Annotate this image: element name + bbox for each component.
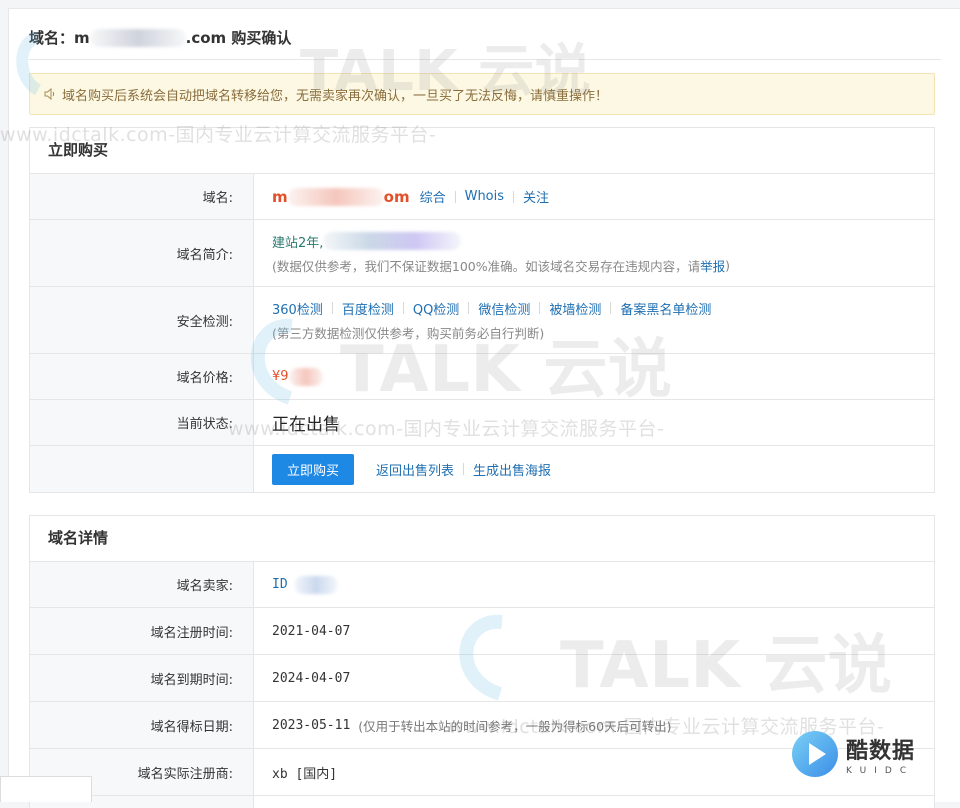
separator [463, 463, 465, 475]
detail-row: 域名注册时间: 2021-04-07 [30, 608, 934, 655]
separator [468, 302, 470, 314]
intro-text: 建站2年, [272, 235, 324, 251]
detail-label: 域名得标日期: [30, 702, 254, 748]
blurred-domain [89, 28, 186, 47]
security-row: 安全检测: 360检测 百度检测 QQ检测 微信检测 被墙检测 备案黑名单检测 … [30, 287, 934, 354]
separator [331, 302, 333, 314]
check-qq-link[interactable]: QQ检测 [413, 299, 459, 318]
domain-purchase-page: 域名：m .com 购买确认 域名购买后系统会自动把域名转移给您，无需卖家再次确… [8, 8, 960, 808]
separator [610, 302, 612, 314]
badge-title: 酷数据 [846, 738, 916, 764]
detail-row: 域名到期时间: 2024-04-07 [30, 655, 934, 702]
detail-label: 域名到期时间: [30, 655, 254, 701]
seller-id-link[interactable]: ID [272, 577, 288, 592]
notice-text: 域名购买后系统会自动把域名转移给您，无需卖家再次确认，一旦买了无法反悔，请慎重操… [62, 88, 609, 104]
blurred-intro [323, 232, 462, 250]
speaker-icon [44, 88, 56, 100]
corner-tab [0, 776, 92, 802]
buy-now-button[interactable]: 立即购买 [272, 453, 354, 485]
registration-date: 2021-04-07 [272, 623, 351, 639]
status-label: 当前状态: [30, 400, 254, 445]
expiry-date: 2024-04-07 [272, 670, 351, 686]
blurred-domain [287, 187, 384, 206]
warning-notice: 域名购买后系统会自动把域名转移给您，无需卖家再次确认，一旦买了无法反悔，请慎重操… [29, 73, 935, 115]
domain-name-suffix: om [383, 187, 410, 206]
disclaimer-text: (数据仅供参考，我们不保证数据100%准确。如该域名交易存在违规内容，请 [272, 258, 701, 274]
check-blacklist-link[interactable]: 备案黑名单检测 [620, 299, 711, 318]
separator [539, 302, 541, 314]
status-value: 正在出售 [272, 415, 340, 435]
intro-row: 域名简介: 建站2年, (数据仅供参考，我们不保证数据100%准确。如该域名交易… [30, 220, 934, 287]
check-baidu-link[interactable]: 百度检测 [342, 299, 394, 318]
title-divider [29, 59, 941, 60]
blurred-seller-id [293, 575, 338, 594]
separator [454, 190, 456, 203]
generate-poster-link[interactable]: 生成出售海报 [473, 460, 551, 479]
award-date: 2023-05-11 [272, 717, 351, 733]
blurred-price [288, 367, 323, 386]
detail-label: 域名卖家: [30, 562, 254, 607]
check-wechat-link[interactable]: 微信检测 [478, 299, 530, 318]
separator [513, 190, 515, 203]
security-note: (第三方数据检测仅供参考，购买前务必自行判断) [272, 325, 545, 341]
overview-link[interactable]: 综合 [420, 187, 446, 206]
action-row: 立即购买 返回出售列表 生成出售海报 [30, 446, 934, 492]
status-row: 当前状态: 正在出售 [30, 400, 934, 446]
intro-label: 域名简介: [30, 220, 254, 286]
price-label: 域名价格: [30, 354, 254, 399]
registrar-value: xb [国内] [272, 766, 338, 782]
check-360-link[interactable]: 360检测 [272, 299, 323, 318]
domain-label: 域名: [30, 174, 254, 219]
price-row: 域名价格: ¥9 [30, 354, 934, 400]
award-date-note: (仅用于转出本站的时间参考，一般为得标60天后可转出) [358, 718, 672, 734]
security-label: 安全检测: [30, 287, 254, 353]
price-value: ¥9 [272, 369, 289, 384]
page-title: 域名：m .com 购买确认 [29, 28, 292, 47]
back-to-list-link[interactable]: 返回出售列表 [376, 460, 454, 479]
whois-link[interactable]: Whois [465, 189, 504, 204]
site-badge: 酷数据 KUIDC [790, 724, 950, 784]
buy-panel-heading: 立即购买 [30, 128, 934, 174]
separator [402, 302, 404, 314]
detail-label: 域名注册时间: [30, 608, 254, 654]
badge-subtitle: KUIDC [846, 765, 915, 776]
detail-row: 域名卖家: ID [30, 562, 934, 608]
report-link[interactable]: 举报 [700, 256, 725, 275]
buy-panel: 立即购买 域名: m om 综合 Whois 关注 域名简介: 建站2年, (数… [29, 127, 935, 493]
detail-panel-heading: 域名详情 [30, 516, 934, 562]
check-blocked-link[interactable]: 被墙检测 [549, 299, 601, 318]
follow-link[interactable]: 关注 [523, 187, 549, 206]
play-logo-icon [792, 731, 838, 777]
domain-row: 域名: m om 综合 Whois 关注 [30, 174, 934, 220]
domain-name-prefix: m [272, 187, 288, 206]
